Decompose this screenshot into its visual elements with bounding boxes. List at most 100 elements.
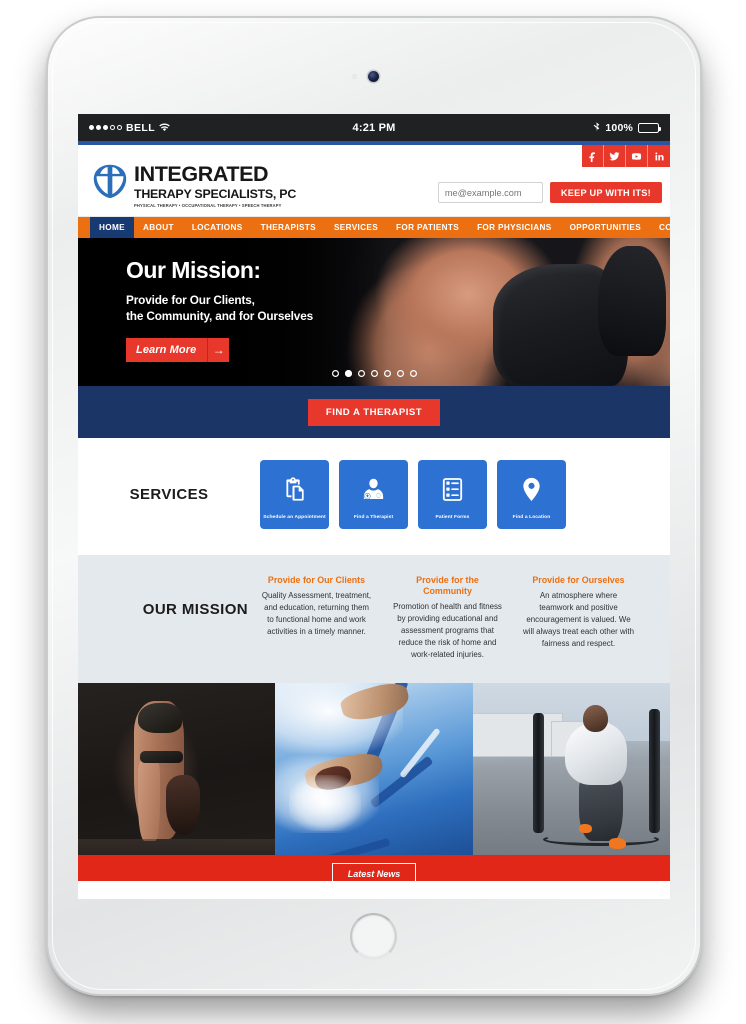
- photo-sled-post-left: [532, 712, 544, 833]
- service-tile-label: Find a Therapist: [353, 514, 394, 520]
- wifi-icon: [159, 123, 170, 132]
- logo-line-2: THERAPY SPECIALISTS, PC: [134, 186, 297, 201]
- service-tile-label: Schedule an Appointment: [263, 514, 326, 520]
- service-tile-patient-forms[interactable]: Patient Forms: [418, 460, 487, 529]
- latest-news-button[interactable]: Latest News: [331, 862, 417, 885]
- photo-sled-shoe: [578, 823, 592, 833]
- photo-swim-foam: [289, 774, 362, 831]
- linkedin-icon[interactable]: [648, 145, 670, 167]
- battery-icon: [638, 122, 662, 133]
- services-section: SERVICES Schedule an Appointment Find a …: [78, 438, 670, 555]
- mission-column-clients: Provide for Our Clients Quality Assessme…: [260, 575, 373, 661]
- nav-item-services[interactable]: SERVICES: [325, 217, 387, 238]
- status-bar-right: 100%: [396, 121, 662, 134]
- find-therapist-band: FIND A THERAPIST: [78, 386, 670, 438]
- photo-yoga-top: [138, 702, 182, 733]
- photo-yoga-leg: [138, 756, 160, 841]
- service-tile-find-location[interactable]: Find a Location: [497, 460, 566, 529]
- photo-sled-building: [472, 712, 563, 757]
- hero-slider-dots: [78, 370, 670, 377]
- find-a-therapist-button[interactable]: FIND A THERAPIST: [307, 398, 441, 426]
- clipboard-document-icon: [280, 460, 309, 515]
- nav-item-for-patients[interactable]: FOR PATIENTS: [387, 217, 468, 238]
- shield-cross-logo-icon: [93, 164, 127, 199]
- tablet-screen: BELL 4:21 PM 100% INTEGRATED THERAPY SPE…: [78, 114, 670, 899]
- site-header: INTEGRATED THERAPY SPECIALISTS, PC PHYSI…: [78, 145, 670, 217]
- logo-text-block: INTEGRATED THERAPY SPECIALISTS, PC PHYSI…: [134, 162, 297, 208]
- mission-column-body: Quality Assessment, treatment, and educa…: [261, 590, 372, 636]
- logo-line-1: INTEGRATED: [134, 162, 269, 186]
- nav-item-contact[interactable]: CONTACT: [650, 217, 670, 238]
- nav-item-locations[interactable]: LOCATIONS: [183, 217, 252, 238]
- bluetooth-icon: [593, 122, 600, 133]
- nav-item-about[interactable]: ABOUT: [134, 217, 183, 238]
- photo-yoga-band: [140, 750, 183, 763]
- social-links-bar: [582, 145, 670, 167]
- home-button[interactable]: [350, 913, 397, 960]
- photo-sled-post-right: [648, 708, 660, 833]
- ios-status-bar: BELL 4:21 PM 100%: [78, 114, 670, 141]
- mission-column-title: Provide for Ourselves: [532, 575, 625, 585]
- site-logo[interactable]: INTEGRATED THERAPY SPECIALISTS, PC PHYSI…: [92, 163, 296, 208]
- nav-item-therapists[interactable]: THERAPISTS: [252, 217, 325, 238]
- twitter-icon[interactable]: [604, 145, 626, 167]
- form-checklist-icon: [438, 460, 467, 515]
- map-pin-icon: [517, 460, 546, 515]
- mission-heading: OUR MISSION: [142, 601, 248, 618]
- facebook-icon[interactable]: [582, 145, 604, 167]
- hero-dot-4[interactable]: [371, 370, 378, 377]
- services-tiles: Schedule an Appointment Find a Therapist: [260, 460, 566, 529]
- learn-more-button[interactable]: Learn More →: [126, 338, 230, 363]
- hero-dot-5[interactable]: [384, 370, 391, 377]
- front-camera-icon: [368, 71, 379, 82]
- hero-content: Our Mission: Provide for Our Clients, th…: [126, 257, 313, 363]
- ambient-light-sensor-icon: [352, 74, 357, 79]
- latest-news-band: Latest News: [78, 854, 670, 885]
- hero-dot-3[interactable]: [358, 370, 365, 377]
- hero-title: Our Mission:: [126, 257, 261, 283]
- mission-column-body: An atmosphere where teamwork and positiv…: [523, 590, 634, 648]
- learn-more-label: Learn More: [136, 344, 197, 357]
- signal-strength-icon: [89, 125, 122, 130]
- newsletter-signup-group: KEEP UP WITH ITS!: [437, 182, 662, 203]
- carrier-label: BELL: [126, 121, 156, 134]
- status-bar-left: BELL: [89, 122, 353, 134]
- nav-item-for-physicians[interactable]: FOR PHYSICIANS: [468, 217, 561, 238]
- battery-percent-label: 100%: [605, 121, 634, 134]
- photo-yoga-hair: [166, 774, 200, 835]
- hero-subtitle-line-1: Provide for Our Clients,: [126, 293, 255, 308]
- mission-columns: Provide for Our Clients Quality Assessme…: [260, 575, 649, 661]
- status-bar-time: 4:21 PM: [352, 121, 396, 134]
- hero-subtitle-line-2: the Community, and for Ourselves: [126, 308, 314, 323]
- photo-yoga-floor: [78, 838, 276, 855]
- hero-dot-6[interactable]: [397, 370, 404, 377]
- hero-subtitle: Provide for Our Clients, the Community, …: [126, 293, 313, 324]
- photo-sled-athlete-head: [582, 704, 608, 732]
- photo-swim-lane-rope: [296, 837, 391, 855]
- service-tile-find-therapist[interactable]: Find a Therapist: [339, 460, 408, 529]
- hero-dot-2[interactable]: [344, 370, 352, 377]
- mission-column-title: Provide for the Community: [416, 575, 479, 596]
- service-tile-schedule-appointment[interactable]: Schedule an Appointment: [260, 460, 329, 529]
- main-navigation: HOME ABOUT LOCATIONS THERAPISTS SERVICES…: [78, 217, 670, 238]
- email-input[interactable]: [437, 182, 543, 203]
- nav-item-opportunities[interactable]: OPPORTUNITIES: [561, 217, 650, 238]
- logo-tagline: PHYSICAL THERAPY • OCCUPATIONAL THERAPY …: [134, 202, 282, 208]
- hero-dot-1[interactable]: [332, 370, 339, 377]
- photo-sled-base: [542, 832, 659, 846]
- mission-section: OUR MISSION Provide for Our Clients Qual…: [78, 555, 670, 683]
- photo-yoga[interactable]: [78, 682, 276, 855]
- mission-column-title: Provide for Our Clients: [267, 575, 366, 585]
- photo-sled-push[interactable]: [472, 682, 670, 855]
- service-tile-label: Find a Location: [512, 514, 551, 520]
- nav-item-home[interactable]: HOME: [90, 217, 134, 238]
- mission-column-ourselves: Provide for Ourselves An atmosphere wher…: [522, 575, 635, 661]
- arrow-right-icon: →: [207, 338, 229, 363]
- doctor-stethoscope-icon: [359, 460, 388, 515]
- photo-swimming[interactable]: [275, 682, 473, 855]
- signup-button[interactable]: KEEP UP WITH ITS!: [549, 182, 662, 203]
- hero-slider: Our Mission: Provide for Our Clients, th…: [78, 238, 670, 386]
- youtube-icon[interactable]: [626, 145, 648, 167]
- photo-sled-athlete-torso: [564, 722, 627, 785]
- hero-dot-7[interactable]: [410, 370, 417, 377]
